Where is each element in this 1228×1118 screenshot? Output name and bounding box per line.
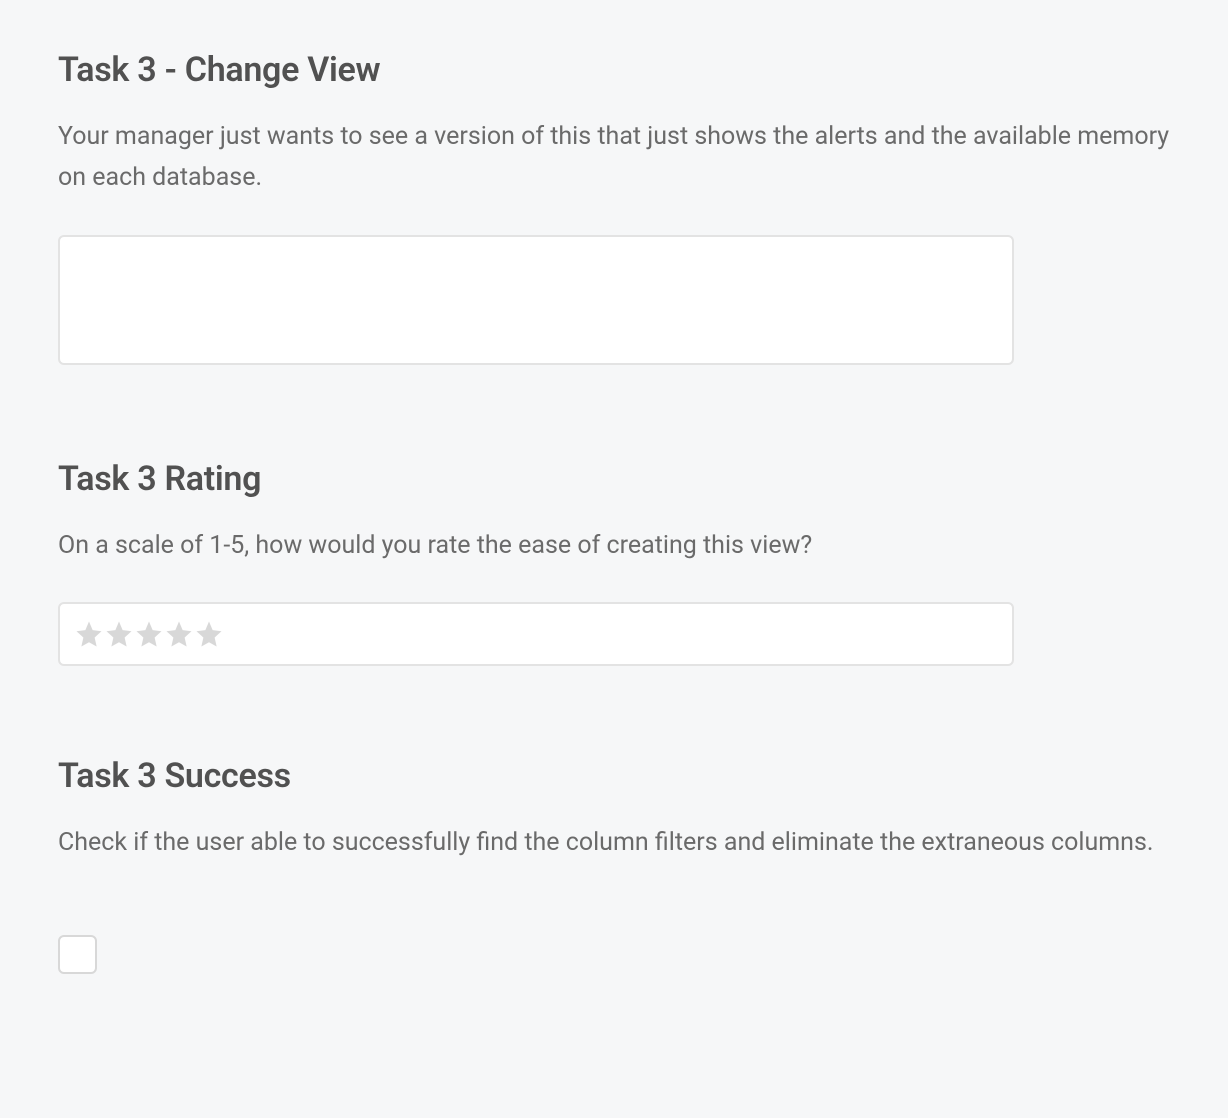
task3-success-heading: Task 3 Success [58,756,1170,796]
task3-rating-heading: Task 3 Rating [58,459,1170,499]
star-icon[interactable] [134,619,164,649]
task3-change-view-heading: Task 3 - Change View [58,50,1170,90]
star-icon[interactable] [164,619,194,649]
task3-rating-description: On a scale of 1-5, how would you rate th… [58,525,1170,566]
star-icon[interactable] [104,619,134,649]
star-rating-group [74,619,224,649]
task3-success-section: Task 3 Success Check if the user able to… [58,756,1170,978]
task3-change-view-description: Your manager just wants to see a version… [58,116,1170,199]
task3-change-view-response-input[interactable] [58,235,1014,365]
star-icon[interactable] [194,619,224,649]
task3-success-description: Check if the user able to successfully f… [58,822,1170,863]
task3-success-checkbox[interactable] [58,935,97,974]
task3-change-view-section: Task 3 - Change View Your manager just w… [58,50,1170,369]
star-icon[interactable] [74,619,104,649]
task3-rating-section: Task 3 Rating On a scale of 1-5, how wou… [58,459,1170,666]
rating-input-container [58,602,1014,666]
